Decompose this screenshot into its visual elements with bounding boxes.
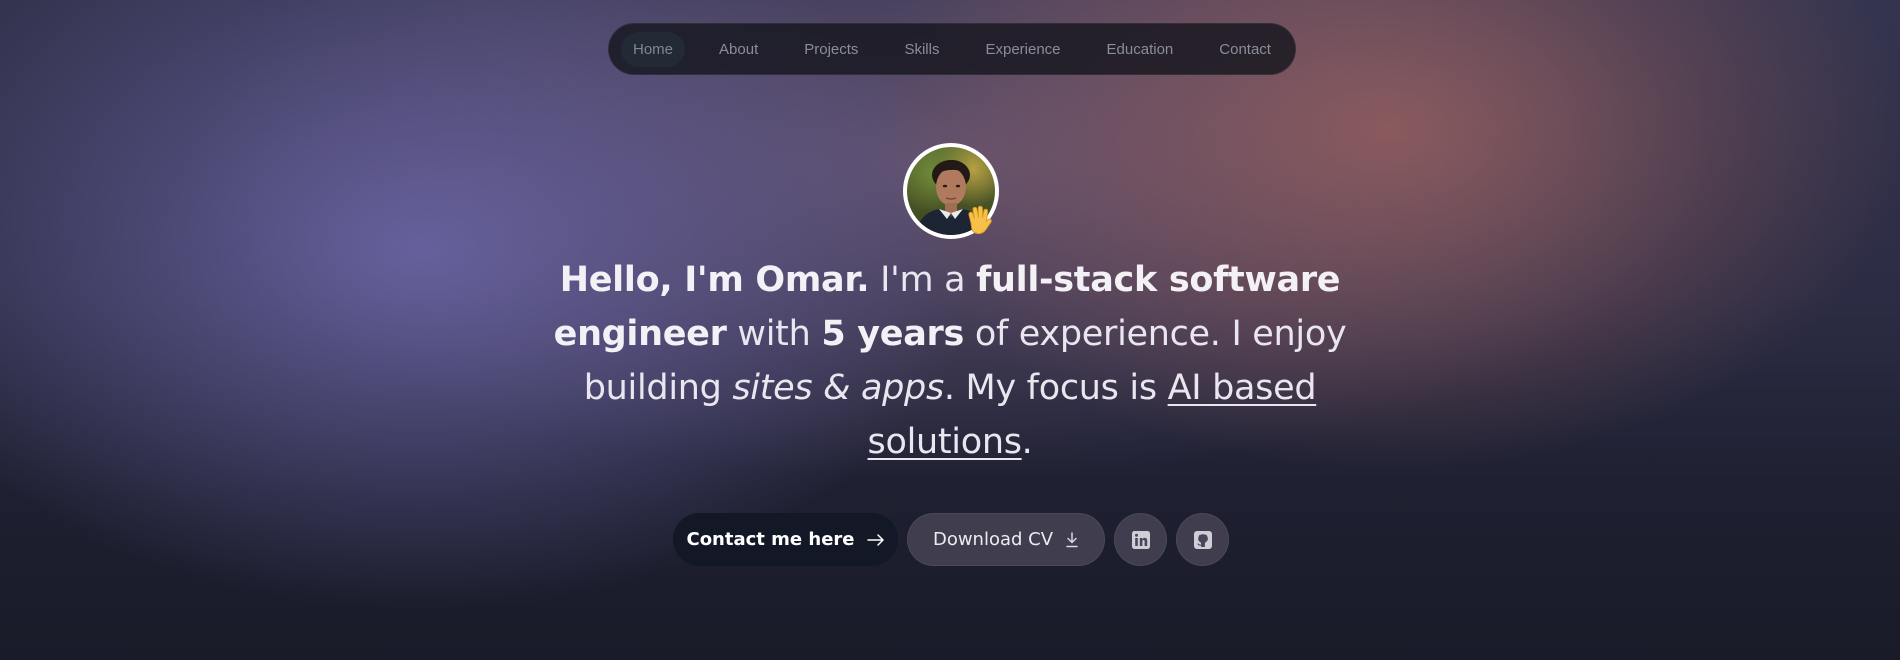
headline-text: I'm a (869, 260, 977, 300)
github-icon (1193, 530, 1212, 549)
greeting-text: Hello, I'm Omar. (559, 260, 870, 300)
download-cv-button[interactable]: Download CV (907, 513, 1105, 566)
hero-actions: Contact me here Download CV (673, 513, 1229, 566)
download-cv-label: Download CV (932, 529, 1054, 550)
linkedin-button[interactable] (1114, 513, 1167, 566)
headline-text: . (1021, 422, 1033, 462)
nav-item-home[interactable]: Home (621, 31, 686, 67)
headline-text: with (726, 314, 822, 354)
linkedin-icon (1131, 530, 1150, 549)
top-nav: Home About Projects Skills Experience Ed… (608, 23, 1296, 75)
headline-text: . My focus is (943, 368, 1168, 408)
nav-item-about[interactable]: About (707, 32, 770, 67)
contact-button[interactable]: Contact me here (673, 513, 898, 566)
years-text: 5 years (821, 314, 965, 354)
arrow-right-icon (866, 533, 885, 547)
building-text: sites & apps (732, 368, 944, 408)
download-icon (1065, 531, 1079, 548)
nav-item-contact[interactable]: Contact (1207, 32, 1283, 67)
nav-item-education[interactable]: Education (1095, 32, 1186, 67)
nav-item-skills[interactable]: Skills (892, 32, 951, 67)
contact-button-label: Contact me here (686, 529, 855, 550)
nav-item-projects[interactable]: Projects (792, 32, 870, 67)
waving-hand-icon (968, 205, 992, 235)
nav-item-experience[interactable]: Experience (973, 32, 1072, 67)
hero-headline: Hello, I'm Omar. I'm a full-stack softwa… (520, 253, 1380, 469)
github-button[interactable] (1176, 513, 1229, 566)
